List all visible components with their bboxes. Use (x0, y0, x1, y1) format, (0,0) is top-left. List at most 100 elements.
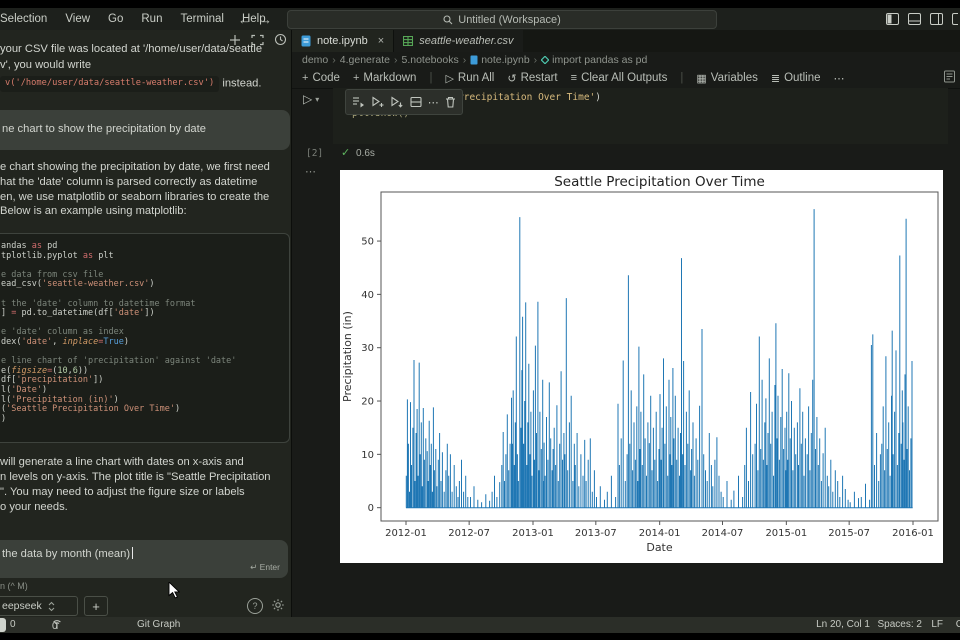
help-icon[interactable]: ? (247, 598, 263, 614)
letterbox-top (0, 0, 960, 8)
chat-input[interactable]: the data by month (mean) ↵ Enter (0, 540, 288, 578)
assistant-message-2: e chart showing the precipitation by dat… (0, 160, 270, 219)
toggle-panel-icon[interactable] (908, 13, 921, 25)
code-line: ead_csv('seattle-weather.csv') (1, 280, 285, 290)
run-cell-button[interactable]: ▷ ▾ (303, 92, 319, 106)
code-line: ) (1, 415, 285, 425)
code-line: dex('date', inplace=True) (1, 338, 285, 348)
model-selector[interactable]: eepseek (0, 596, 78, 616)
menu-item-go[interactable]: Go (99, 13, 132, 25)
shortcut-hint: n (^ M) (0, 581, 28, 591)
clear-icon: ≡ (571, 72, 577, 84)
breadcrumb-item-4.generate[interactable]: 4.generate (340, 54, 390, 66)
breadcrumb-item-5.notebooks[interactable]: 5.notebooks (401, 54, 458, 66)
eol-sequence[interactable]: LF (931, 619, 943, 630)
breadcrumb-separator: › (332, 54, 336, 66)
toolbar-outline-button[interactable]: ≣Outline (771, 72, 821, 85)
tab-label: note.ipynb (317, 35, 368, 47)
execute-cells-icon[interactable] (352, 96, 365, 108)
svg-text:30: 30 (361, 343, 374, 354)
toolbar-markdown-button[interactable]: +Markdown (353, 72, 417, 84)
menu-item-selection[interactable]: Selection (0, 13, 56, 25)
chat-code-block: andas as pdtplotlib.pyplot as plt e data… (0, 233, 290, 443)
toolbar-clear-all-outputs-button[interactable]: ≡Clear All Outputs (571, 72, 668, 84)
execute-below-icon[interactable] (390, 96, 403, 108)
chat-text-line: o your needs. (0, 500, 271, 515)
svg-text:Seattle Precipitation Over Tim: Seattle Precipitation Over Time (554, 174, 765, 190)
execution-count: [2] (306, 148, 323, 159)
toggle-sidebar-icon[interactable] (886, 13, 899, 25)
chat-input-text: the data by month (mean) (0, 540, 288, 563)
toggle-secondary-sidebar-icon[interactable] (930, 13, 943, 25)
menu-item-terminal[interactable]: Terminal (171, 13, 232, 25)
run-icon: ▷ (445, 72, 453, 85)
user-message-1: ne chart to show the precipitation by da… (0, 110, 290, 150)
toolbar-variables-button[interactable]: ▦Variables (696, 72, 758, 85)
split-cell-icon[interactable] (410, 96, 422, 108)
toolbar-more-button[interactable]: ⋯ (834, 72, 845, 85)
customize-layout-icon[interactable] (952, 13, 958, 25)
chat-text-line: n levels on y-axis. The plot title is "S… (0, 470, 271, 485)
svg-text:2015-07: 2015-07 (828, 528, 870, 539)
breadcrumb-item-import[interactable]: import pandas as pd (541, 54, 647, 66)
ports-indicator[interactable]: 0 (52, 619, 62, 630)
settings-gear-icon[interactable] (271, 598, 285, 617)
toolbar-restart-button[interactable]: ↺Restart (507, 72, 557, 85)
cell-toolbar: ⋯ (345, 89, 463, 115)
chat-text-line: your CSV file was located at '/home/user… (0, 42, 262, 58)
variables-icon: ▦ (696, 72, 706, 85)
title-bar: SelectionViewGoRunTerminalHelp ← → Untit… (0, 8, 960, 30)
delete-cell-icon[interactable] (445, 96, 456, 108)
breadcrumb-item-note.ipynb[interactable]: note.ipynb (470, 54, 529, 66)
toolbar-code-button[interactable]: +Code (302, 72, 340, 84)
tab-seattle-weather-csv[interactable]: seattle-weather.csv (393, 30, 522, 52)
problems-count[interactable]: 0 (10, 619, 16, 630)
svg-text:2012-07: 2012-07 (448, 528, 490, 539)
history-icon[interactable] (274, 33, 287, 46)
chat-text-line: Below is an example using matplotlib: (0, 204, 270, 219)
run-icon: ▷ (303, 92, 312, 106)
svg-text:40: 40 (361, 290, 374, 301)
matplotlib-figure: 010203040502012-012012-072013-012013-072… (340, 170, 943, 563)
notebook-kernel-icon[interactable] (944, 70, 955, 88)
chat-text-line: e chart showing the precipitation by dat… (0, 160, 270, 175)
svg-text:Date: Date (646, 541, 673, 554)
success-check-icon: ✓ (341, 146, 350, 159)
menu-bar: SelectionViewGoRunTerminalHelp (0, 8, 275, 30)
chat-text-line: will generate a line chart with dates on… (0, 455, 271, 470)
svg-text:2012-01: 2012-01 (385, 528, 427, 539)
toolbar-run-all-button[interactable]: ▷Run All (445, 72, 494, 85)
notebook-file-icon (470, 55, 478, 65)
svg-text:2013-01: 2013-01 (512, 528, 554, 539)
chat-text-line: v', you would write (0, 58, 262, 74)
execute-above-icon[interactable] (371, 96, 384, 108)
output-options-icon[interactable]: ⋯ (305, 165, 317, 178)
menu-item-view[interactable]: View (56, 13, 99, 25)
command-center-search[interactable]: Untitled (Workspace) (287, 10, 717, 29)
cursor-position[interactable]: Ln 20, Col 1 (816, 619, 870, 630)
chat-text-line: v('/home/user/data/seattle-weather.csv')… (0, 76, 262, 92)
tab-note-ipynb[interactable]: note.ipynb × (292, 30, 393, 52)
symbol-icon (541, 56, 549, 64)
enter-hint: ↵ Enter (250, 562, 280, 573)
menu-item-run[interactable]: Run (132, 13, 171, 25)
remote-indicator[interactable] (0, 618, 6, 632)
breadcrumb-item-demo[interactable]: demo (302, 54, 328, 66)
svg-text:2014-01: 2014-01 (639, 528, 681, 539)
code-line: ('Seattle Precipitation Over Time') (1, 405, 285, 415)
nav-back-icon[interactable]: ← (238, 12, 251, 27)
restart-icon: ↺ (507, 72, 516, 85)
tab-close-icon[interactable]: × (378, 35, 384, 47)
precipitation-series (406, 209, 913, 508)
nav-forward-icon[interactable]: → (259, 12, 272, 27)
indentation[interactable]: Spaces: 2 (878, 619, 922, 630)
language-mode[interactable]: C (956, 619, 960, 630)
text-caret (132, 547, 133, 559)
add-model-button[interactable]: + (84, 596, 108, 616)
svg-text:10: 10 (361, 450, 374, 461)
assistant-message-1: your CSV file was located at '/home/user… (0, 42, 262, 92)
assistant-message-2-continued: will generate a line chart with dates on… (0, 455, 271, 515)
more-actions-icon[interactable]: ⋯ (428, 96, 439, 109)
notebook-toolbar: +Code+Markdown|▷Run All↺Restart≡Clear Al… (302, 68, 845, 88)
git-graph-item[interactable]: Git Graph (137, 619, 180, 630)
